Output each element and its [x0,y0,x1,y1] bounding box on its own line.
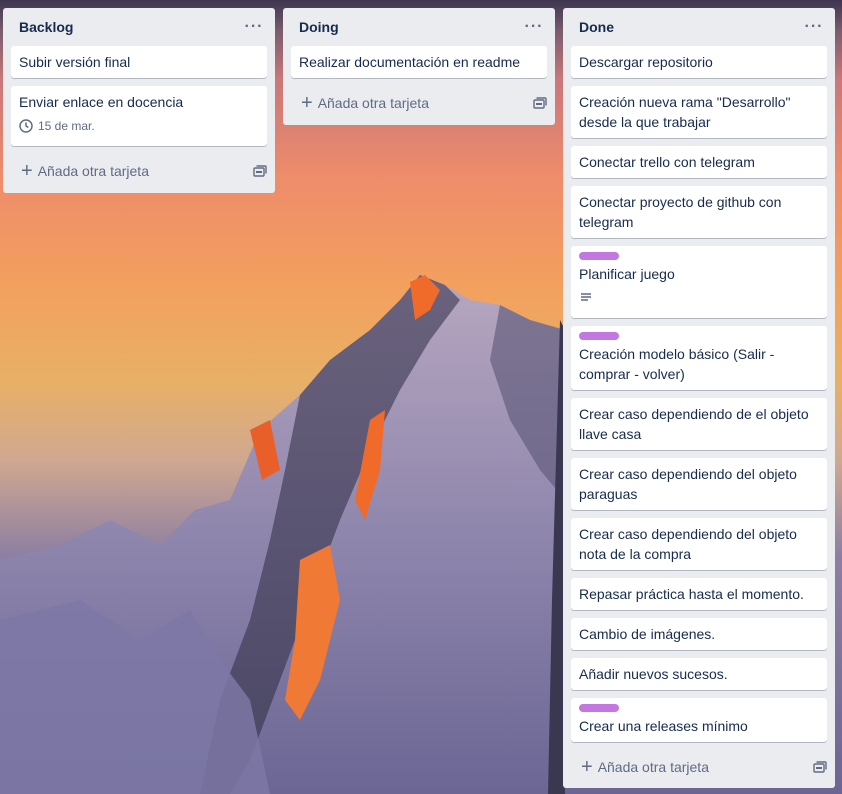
card-title: Cambio de imágenes. [579,626,716,642]
list-header: Doing ··· [283,8,555,46]
due-date-text: 15 de mar. [38,119,95,133]
card[interactable]: Crear caso dependiendo de el objeto llav… [571,398,827,450]
card[interactable]: Crear caso dependiendo del objeto paragu… [571,458,827,510]
clock-icon [19,119,33,133]
card-template-icon[interactable] [253,164,267,178]
card[interactable]: Creación nueva rama "Desarrollo" desde l… [571,86,827,138]
list-header: Backlog ··· [3,8,275,46]
card[interactable]: Conectar trello con telegram [571,146,827,178]
card-title: Enviar enlace en docencia [19,94,184,110]
card-title: Conectar trello con telegram [579,154,755,170]
list-backlog: Backlog ··· Subir versión final Enviar e… [3,8,275,193]
card-title: Crear una releases mínimo [579,718,748,734]
add-card-label: Añada otra tarjeta [597,759,709,775]
plus-icon: + [21,160,33,182]
list-title[interactable]: Backlog [19,19,73,35]
card[interactable]: Realizar documentación en readme [291,46,547,78]
card-title: Creación modelo básico (Salir - comprar … [579,346,775,382]
add-card-label: Añada otra tarjeta [317,95,429,111]
card[interactable]: Crear caso dependiendo del objeto nota d… [571,518,827,570]
card-title: Crear caso dependiendo de el objeto llav… [579,406,809,442]
more-horizontal-icon[interactable]: ··· [242,19,266,35]
list-title[interactable]: Done [579,19,614,35]
card-title: Creación nueva rama "Desarrollo" desde l… [579,94,791,130]
plus-icon: + [581,756,593,778]
add-card-label: Añada otra tarjeta [37,163,149,179]
plus-icon: + [301,92,313,114]
card-title: Descargar repositorio [579,54,713,70]
card[interactable]: Conectar proyecto de github con telegram [571,186,827,238]
description-icon [579,288,819,302]
card[interactable]: Repasar práctica hasta el momento. [571,578,827,610]
list-title[interactable]: Doing [299,19,339,35]
add-card-button[interactable]: + Añada otra tarjeta [581,757,709,777]
due-date-badge: 15 de mar. [19,116,259,136]
card-label[interactable] [579,332,619,340]
card-title: Planificar juego [579,266,675,282]
list-header: Done ··· [563,8,835,46]
add-card-button[interactable]: + Añada otra tarjeta [301,93,429,113]
card[interactable]: Planificar juego [571,246,827,318]
card-label[interactable] [579,252,619,260]
card-title: Añadir nuevos sucesos. [579,666,728,682]
card[interactable]: Enviar enlace en docencia 15 de mar. [11,86,267,146]
more-horizontal-icon[interactable]: ··· [802,19,826,35]
card-label[interactable] [579,704,619,712]
card-title: Realizar documentación en readme [299,54,521,70]
card-title: Crear caso dependiendo del objeto nota d… [579,526,797,562]
card-title: Repasar práctica hasta el momento. [579,586,804,602]
card-title: Conectar proyecto de github con telegram [579,194,782,230]
add-card-button[interactable]: + Añada otra tarjeta [21,161,149,181]
card[interactable]: Subir versión final [11,46,267,78]
add-card-row: + Añada otra tarjeta [283,86,555,120]
card[interactable]: Cambio de imágenes. [571,618,827,650]
card[interactable]: Crear una releases mínimo [571,698,827,742]
card[interactable]: Creación modelo básico (Salir - comprar … [571,326,827,390]
list-doing: Doing ··· Realizar documentación en read… [283,8,555,125]
more-horizontal-icon[interactable]: ··· [522,19,546,35]
card-title: Subir versión final [19,54,131,70]
card-template-icon[interactable] [813,760,827,774]
card-title: Crear caso dependiendo del objeto paragu… [579,466,797,502]
card[interactable]: Añadir nuevos sucesos. [571,658,827,690]
add-card-row: + Añada otra tarjeta [3,154,275,188]
add-card-row: + Añada otra tarjeta [563,750,835,784]
card-template-icon[interactable] [533,96,547,110]
card[interactable]: Descargar repositorio [571,46,827,78]
list-done: Done ··· Descargar repositorio Creación … [563,8,835,788]
